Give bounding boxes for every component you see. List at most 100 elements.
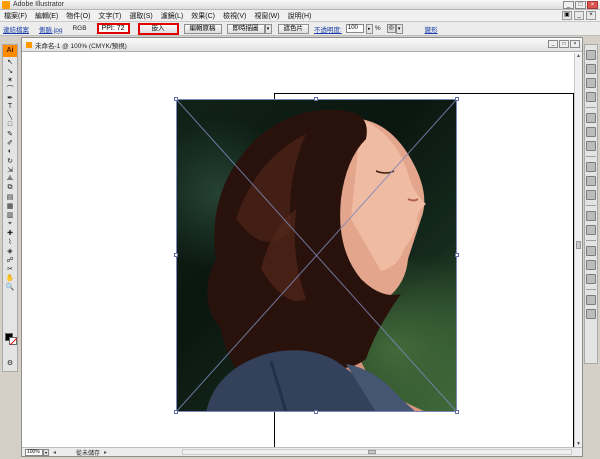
brushes-panel-icon[interactable]: [586, 92, 596, 102]
artboard-prev-button[interactable]: ◂: [53, 449, 56, 456]
stroke-color-swatch[interactable]: [9, 337, 17, 345]
artboard-canvas[interactable]: [22, 53, 575, 448]
color-panel-icon[interactable]: [586, 50, 596, 60]
gradient-panel-icon[interactable]: [586, 127, 596, 137]
doc-close-button[interactable]: ×: [570, 40, 580, 48]
menu-help[interactable]: 說明(H): [288, 11, 312, 21]
live-trace-button[interactable]: 即時描圖: [226, 23, 265, 34]
menu-file[interactable]: 檔案(F): [4, 11, 27, 21]
align-panel-icon[interactable]: [586, 246, 596, 256]
symbols-panel-icon[interactable]: [586, 190, 596, 200]
blob-brush-tool-icon[interactable]: ◐: [3, 147, 17, 156]
save-status: 從未儲存: [76, 450, 101, 457]
selection-tool-icon[interactable]: ↖: [3, 57, 17, 66]
hand-tool-icon[interactable]: ✋: [3, 273, 17, 282]
links-panel-icon[interactable]: [586, 295, 596, 305]
type-tool-icon[interactable]: T: [3, 102, 17, 111]
close-button[interactable]: ×: [587, 1, 598, 9]
mask-button[interactable]: 遮色片: [277, 23, 310, 34]
lasso-tool-icon[interactable]: ⌒: [3, 84, 17, 93]
transform-panel-icon[interactable]: [586, 274, 596, 284]
scroll-up-icon[interactable]: ▲: [575, 53, 582, 60]
minimize-doc-icon[interactable]: _: [574, 11, 584, 20]
handle-top-center[interactable]: [314, 97, 318, 101]
transparency-panel-icon[interactable]: [586, 141, 596, 151]
tools-panel: Ai ↖ ↘ ✶ ⌒ ✒ T ╲ □ ✎ ✐ ◐ ↻ ⇲ ⟁ ⧉ ▤ ▦ ▥ ⌖…: [2, 44, 18, 372]
stroke-panel-icon[interactable]: [586, 113, 596, 123]
file-name-link[interactable]: 側臉.jpg: [39, 24, 62, 34]
column-graph-tool-icon[interactable]: ▦: [3, 201, 17, 210]
opacity-dropdown[interactable]: ▸: [365, 23, 373, 34]
scale-tool-icon[interactable]: ⇲: [3, 165, 17, 174]
swatches-panel-icon[interactable]: [586, 78, 596, 88]
dock-separator: [586, 156, 596, 157]
mesh-tool-icon[interactable]: ▥: [3, 210, 17, 219]
live-trace-options-dropdown[interactable]: ▾: [264, 23, 272, 34]
vertical-scrollbar[interactable]: ▲ ▼: [574, 53, 582, 448]
opacity-input[interactable]: 100: [345, 24, 364, 33]
opacity-label[interactable]: 不透明度:: [314, 24, 342, 34]
workspace-icon[interactable]: ▣: [562, 11, 572, 20]
maximize-button[interactable]: □: [575, 1, 586, 9]
slice-tool-icon[interactable]: ☍: [3, 255, 17, 264]
horizontal-scroll-thumb[interactable]: [368, 450, 376, 454]
free-transform-tool-icon[interactable]: ⧉: [3, 183, 17, 192]
direct-selection-tool-icon[interactable]: ↘: [3, 66, 17, 75]
paintbrush-tool-icon[interactable]: ✎: [3, 129, 17, 138]
placed-photo[interactable]: [176, 99, 457, 412]
blend-tool-icon[interactable]: ⌇: [3, 237, 17, 246]
horizontal-scrollbar[interactable]: [182, 449, 572, 455]
menu-view[interactable]: 檢視(V): [223, 11, 246, 21]
scissors-tool-icon[interactable]: ✂: [3, 264, 17, 273]
vertical-scroll-thumb[interactable]: [576, 241, 581, 249]
window-controls: _ □ ×: [563, 1, 598, 9]
align-options-icon[interactable]: ◎: [386, 24, 396, 33]
artboards-panel-icon[interactable]: [586, 225, 596, 235]
rotate-tool-icon[interactable]: ↻: [3, 156, 17, 165]
pathfinder-panel-icon[interactable]: [586, 260, 596, 270]
layers-panel-icon[interactable]: [586, 211, 596, 221]
doc-minimize-button[interactable]: _: [548, 40, 558, 48]
zoom-level-input[interactable]: 100%: [25, 448, 43, 456]
line-tool-icon[interactable]: ╲: [3, 111, 17, 120]
handle-top-right[interactable]: [455, 97, 459, 101]
eyedropper-tool-icon[interactable]: ✚: [3, 228, 17, 237]
rectangle-tool-icon[interactable]: □: [3, 120, 17, 129]
handle-middle-left[interactable]: [174, 253, 178, 257]
menu-effect[interactable]: 效果(C): [191, 11, 215, 21]
zoom-dropdown[interactable]: ▾: [43, 448, 49, 456]
handle-bottom-left[interactable]: [174, 410, 178, 414]
linked-file-link[interactable]: 連結檔案: [3, 24, 29, 34]
color-guide-icon[interactable]: [586, 64, 596, 74]
dock-separator: [586, 107, 596, 108]
align-options-dropdown[interactable]: ▾: [395, 23, 403, 34]
menu-edit[interactable]: 編輯(E): [35, 11, 58, 21]
menu-filter[interactable]: 濾鏡(L): [161, 11, 184, 21]
warp-tool-icon[interactable]: ⟁: [3, 174, 17, 183]
transform-link[interactable]: 變形: [425, 24, 438, 34]
appearance-panel-icon[interactable]: [586, 162, 596, 172]
menu-window[interactable]: 視窗(W): [254, 11, 279, 21]
screen-mode-icon[interactable]: ⚙: [3, 358, 17, 367]
embed-button[interactable]: 嵌入: [137, 22, 179, 35]
menu-select[interactable]: 選取(S): [129, 11, 152, 21]
gradient-tool-icon[interactable]: ⌖: [3, 219, 17, 228]
symbol-sprayer-tool-icon[interactable]: ▤: [3, 192, 17, 201]
handle-bottom-right[interactable]: [455, 410, 459, 414]
pen-tool-icon[interactable]: ✒: [3, 93, 17, 102]
status-menu-button[interactable]: ▸: [104, 449, 107, 456]
handle-middle-right[interactable]: [455, 253, 459, 257]
edit-original-button[interactable]: 編輯原稿: [183, 23, 222, 34]
zoom-tool-icon[interactable]: 🔍: [3, 282, 17, 291]
info-panel-icon[interactable]: [586, 309, 596, 319]
pencil-tool-icon[interactable]: ✐: [3, 138, 17, 147]
doc-maximize-button[interactable]: □: [559, 40, 569, 48]
graphic-styles-icon[interactable]: [586, 176, 596, 186]
handle-bottom-center[interactable]: [314, 410, 318, 414]
menu-type[interactable]: 文字(T): [98, 11, 121, 21]
handle-top-left[interactable]: [174, 97, 178, 101]
live-paint-tool-icon[interactable]: ◈: [3, 246, 17, 255]
close-doc-icon[interactable]: ×: [586, 11, 596, 20]
minimize-button[interactable]: _: [563, 1, 574, 9]
menu-object[interactable]: 物件(O): [66, 11, 90, 21]
